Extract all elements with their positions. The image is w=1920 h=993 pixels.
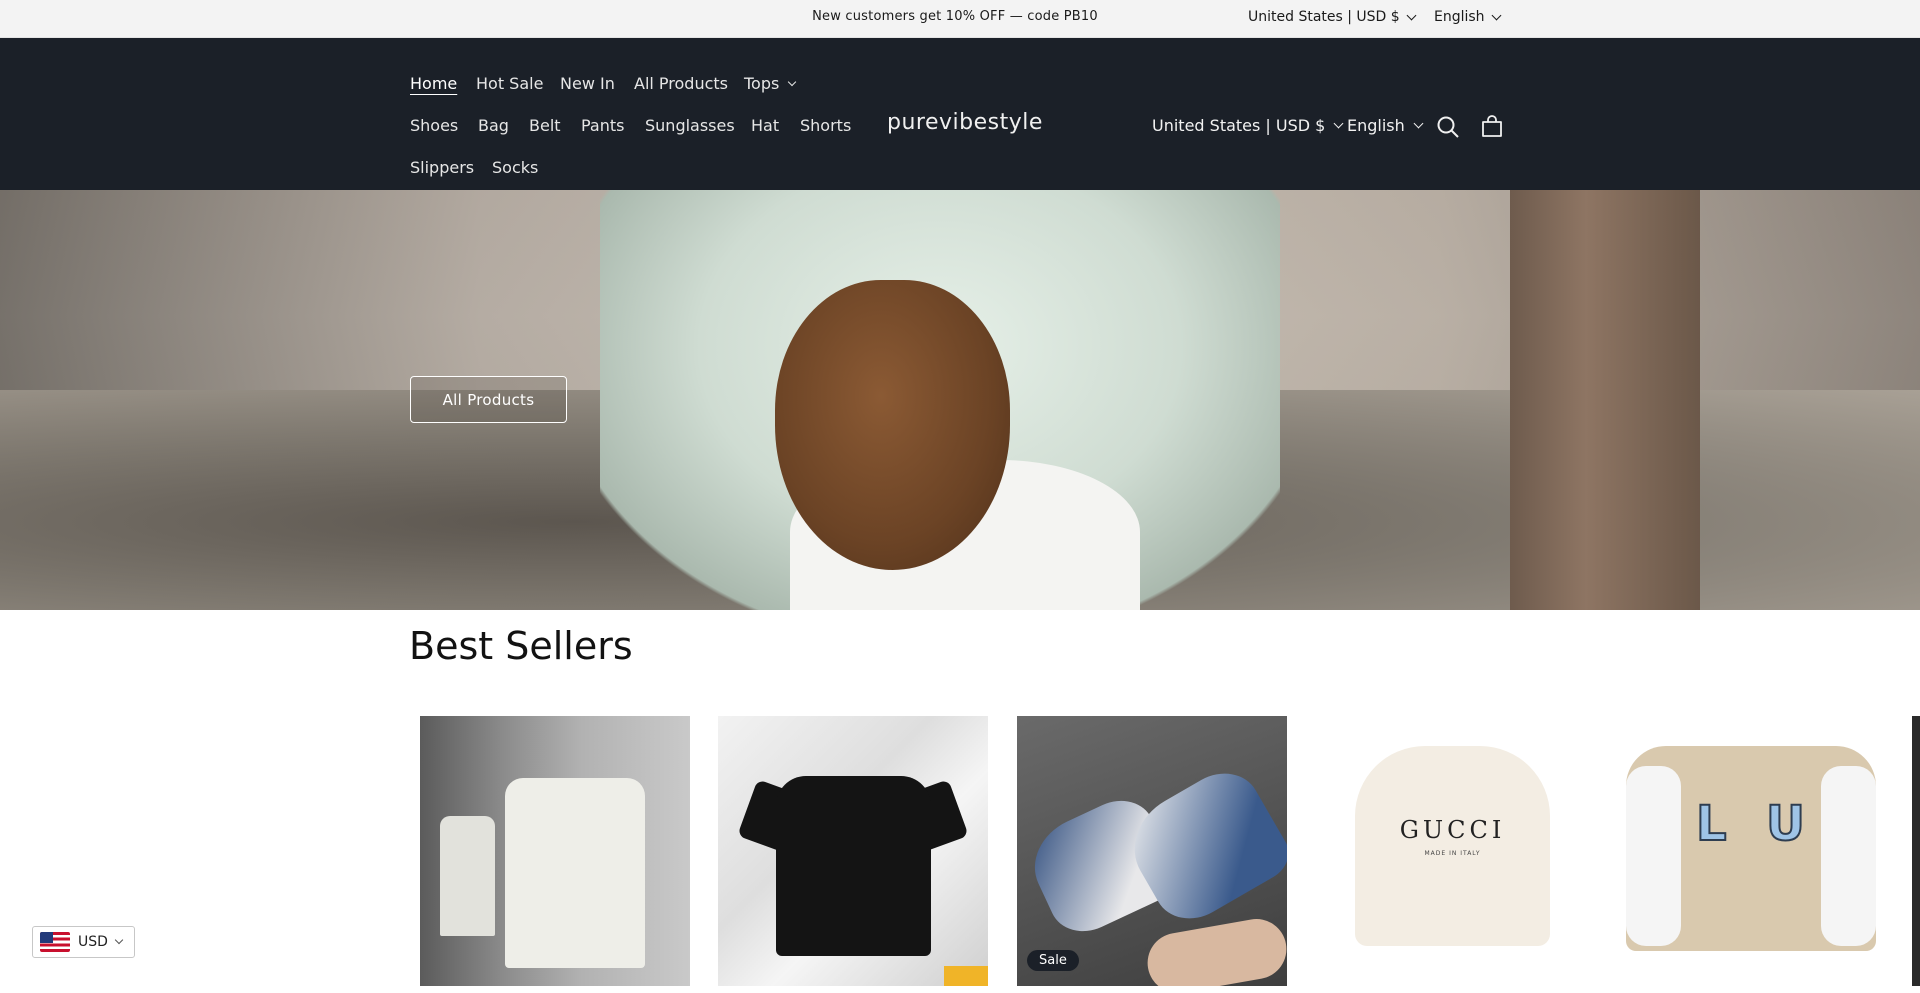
announcement-country-selector[interactable]: United States | USD $ (1248, 9, 1417, 25)
product-image-varsity-jacket: L U (1626, 746, 1876, 951)
product-image-white-tee (505, 778, 645, 968)
nav-tops-label: Tops (744, 74, 780, 93)
sweater-print-subtext: MADE IN ITALY (1424, 850, 1481, 857)
best-sellers-title: Best Sellers (409, 624, 633, 668)
nav-sunglasses[interactable]: Sunglasses (645, 116, 735, 135)
product-card-black-tee[interactable] (718, 716, 988, 986)
announcement-bar: New customers get 10% OFF — code PB10 Un… (0, 0, 1920, 38)
nav-all-products[interactable]: All Products (634, 74, 728, 93)
product-card-varsity-jacket[interactable]: L U (1614, 716, 1884, 986)
site-logo[interactable]: purevibestyle (887, 110, 1043, 135)
nav-bag[interactable]: Bag (478, 116, 509, 135)
nav-new-in[interactable]: New In (560, 74, 615, 93)
product-card-partial[interactable] (1912, 716, 1920, 986)
nav-socks[interactable]: Socks (492, 158, 538, 177)
chevron-down-icon (788, 77, 797, 86)
hero-pillar (1510, 190, 1700, 610)
product-image-sweater: GUCCI MADE IN ITALY (1355, 746, 1550, 946)
search-icon[interactable] (1435, 114, 1461, 140)
chevron-down-icon (1406, 10, 1417, 20)
product-image-hand (1142, 914, 1287, 986)
chevron-down-icon (1413, 118, 1424, 129)
chevron-down-icon (1333, 118, 1344, 129)
announcement-language-label: English (1434, 9, 1485, 25)
nav-slippers[interactable]: Slippers (410, 158, 474, 177)
nav-pants[interactable]: Pants (581, 116, 624, 135)
site-header: Home Hot Sale New In All Products Tops S… (0, 38, 1920, 190)
nav-belt[interactable]: Belt (529, 116, 561, 135)
hero-banner: All Products (0, 190, 1920, 610)
nav-tops[interactable]: Tops (744, 74, 797, 93)
announcement-text: New customers get 10% OFF — code PB10 (812, 9, 1098, 24)
product-image-secondary-tee (440, 816, 495, 936)
chevron-down-icon (1491, 10, 1502, 20)
product-card-sweater[interactable]: GUCCI MADE IN ITALY (1315, 716, 1585, 986)
product-image-black-tee (776, 776, 931, 956)
product-image-yellow-box (944, 966, 988, 986)
header-language-selector[interactable]: English (1347, 116, 1424, 135)
jacket-sleeve-right (1821, 766, 1876, 946)
us-flag-icon (40, 932, 70, 952)
nav-hat[interactable]: Hat (751, 116, 779, 135)
chevron-down-icon (114, 935, 124, 945)
sale-badge: Sale (1027, 950, 1079, 971)
jacket-letter-u-patch: U (1765, 795, 1806, 853)
currency-selector-widget[interactable]: USD (32, 926, 135, 958)
nav-shoes[interactable]: Shoes (410, 116, 458, 135)
header-country-label: United States | USD $ (1152, 116, 1326, 135)
product-card-sneakers[interactable]: Sale (1017, 716, 1287, 986)
header-country-selector[interactable]: United States | USD $ (1152, 116, 1344, 135)
announcement-language-selector[interactable]: English (1434, 9, 1502, 25)
jacket-sleeve-left (1626, 766, 1681, 946)
nav-hot-sale[interactable]: Hot Sale (476, 74, 543, 93)
hero-all-products-button[interactable]: All Products (410, 376, 567, 423)
currency-code: USD (78, 934, 108, 950)
cart-icon[interactable] (1479, 114, 1505, 140)
sweater-print-text: GUCCI (1399, 816, 1506, 844)
hero-suede-bag (775, 280, 1010, 570)
product-card-white-tee[interactable] (420, 716, 690, 986)
jacket-letter-l-patch: L (1695, 795, 1728, 853)
announcement-country-label: United States | USD $ (1248, 9, 1400, 25)
nav-shorts[interactable]: Shorts (800, 116, 851, 135)
nav-home[interactable]: Home (410, 74, 457, 93)
header-language-label: English (1347, 116, 1405, 135)
